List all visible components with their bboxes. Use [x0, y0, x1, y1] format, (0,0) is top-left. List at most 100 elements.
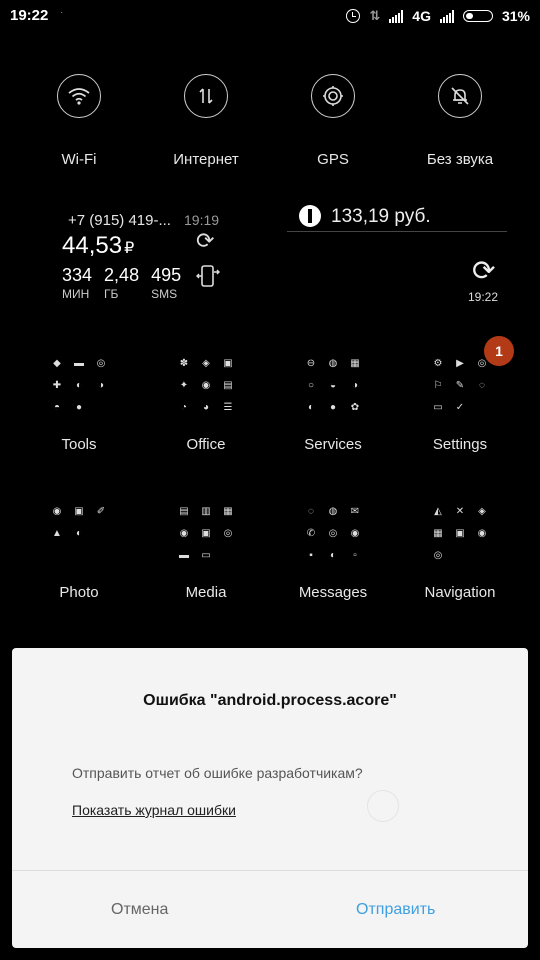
- toggle-internet-label: Интернет: [173, 151, 239, 168]
- app-icon: ◓: [53, 401, 61, 413]
- app-icon: ✐: [96, 505, 106, 517]
- battery-icon: [462, 10, 493, 22]
- app-icon: ◒: [329, 379, 337, 391]
- app-icon: ☰: [223, 401, 233, 413]
- toggle-silent-label: Без звука: [426, 151, 494, 168]
- folder-office[interactable]: ✽ ◈ ▣ ✦ ◉ ▤ ◔ ◕ ☰ Office: [143, 352, 269, 454]
- app-icon: [471, 544, 493, 566]
- app-icon: [449, 544, 471, 566]
- stat-minutes: 334 МИН: [62, 265, 92, 301]
- notification-dot-icon: ·: [60, 7, 64, 18]
- folder-services[interactable]: ⊖ ◍ ▦ ○ ◒ ◑ ◐ ● ✿ Services: [270, 352, 396, 454]
- folder-settings[interactable]: ⚙ ▶ ◎ ⚐ ✎ ◌ ▭ ✓ Settings: [397, 352, 523, 454]
- balance-time: 19:19: [184, 212, 220, 228]
- balance-widget[interactable]: +7 (915) 419-... 19:19 44,53 ₽ 334 МИН 2,…: [62, 210, 282, 310]
- app-icon: ●: [329, 401, 337, 413]
- app-icon: ▤: [223, 379, 233, 391]
- app-icon: ✚: [52, 379, 62, 391]
- app-icon: ▪: [309, 549, 313, 561]
- bell-off-icon: [438, 74, 482, 118]
- money-refresh-time: 19:22: [468, 290, 499, 304]
- app-icon: ▤: [179, 505, 189, 517]
- show-error-log-link[interactable]: Показать журнал ошибки: [72, 802, 236, 818]
- gps-icon: [311, 74, 355, 118]
- app-icon: ◈: [202, 357, 210, 369]
- money-amount: 133,19 руб.: [331, 206, 431, 227]
- network-type: 4G: [412, 8, 431, 24]
- error-dialog: Ошибка "android.process.acore" Отправить…: [12, 648, 528, 948]
- stat-sms-value: 495: [151, 265, 182, 285]
- cancel-button[interactable]: Отмена: [111, 901, 168, 919]
- dialog-title: Ошибка "android.process.acore": [143, 692, 397, 709]
- refresh-icon[interactable]: ⟳: [472, 254, 495, 287]
- money-widget[interactable]: 133,19 руб. ⟳ 19:22: [287, 200, 507, 310]
- folder-label: Office: [186, 436, 226, 453]
- refresh-icon[interactable]: ⟳: [196, 228, 214, 254]
- app-icon: ◭: [434, 505, 442, 517]
- wifi-icon: [57, 74, 101, 118]
- app-icon: ◑: [351, 379, 359, 391]
- app-icon: ▦: [223, 505, 233, 517]
- app-icon: ▣: [223, 357, 233, 369]
- balance-value: 44,53: [62, 232, 123, 259]
- app-icon: ▦: [350, 357, 360, 369]
- toggle-internet[interactable]: Интернет: [143, 74, 269, 168]
- status-bar: 19:22 · ⇅ 4G 31%: [0, 0, 540, 32]
- app-icon: ◕: [202, 401, 210, 413]
- app-icon: ✦: [179, 379, 189, 391]
- folder-icons-grid: ▤ ▥ ▦ ◉ ▣ ◎ ▬ ▭: [173, 500, 239, 566]
- app-icon: ◆: [53, 357, 61, 369]
- app-icon: ⊖: [306, 357, 316, 369]
- folder-icons-grid: ◌ ◍ ✉ ✆ ◎ ◉ ▪ ◐ ▫: [300, 500, 366, 566]
- currency-symbol: ₽: [124, 240, 135, 257]
- app-icon: ◑: [97, 379, 105, 391]
- app-icon: ◌: [479, 379, 485, 391]
- folder-icons-grid: ⊖ ◍ ▦ ○ ◒ ◑ ◐ ● ✿: [300, 352, 366, 418]
- app-icon: ◐: [307, 401, 315, 413]
- app-icon: ⚐: [433, 379, 443, 391]
- folder-navigation[interactable]: ◭ ✕ ◈ ▦ ▣ ◉ ◎ Navigation: [397, 500, 523, 602]
- app-icon: ✓: [455, 401, 465, 413]
- app-icon: ▭: [433, 401, 443, 413]
- app-icon: ◔: [180, 401, 188, 413]
- stat-sms: 495 SMS: [151, 265, 181, 301]
- app-icon: ⚙: [433, 357, 443, 369]
- app-icon: ◎: [96, 357, 106, 369]
- app-icon: ▣: [74, 505, 84, 517]
- app-icon: ◉: [52, 505, 62, 517]
- toggle-silent[interactable]: Без звука: [397, 74, 523, 168]
- battery-fill: [465, 13, 473, 19]
- phone-transfer-icon[interactable]: [196, 264, 220, 296]
- send-button[interactable]: Отправить: [356, 901, 435, 919]
- app-icon: ◐: [75, 379, 83, 391]
- dialog-divider: [12, 870, 528, 871]
- status-icons: ⇅ 4G 31%: [346, 7, 530, 25]
- signal-icon: [389, 9, 404, 23]
- app-icon: ◐: [329, 549, 337, 561]
- app-icon: ▫: [353, 549, 357, 561]
- toggle-gps[interactable]: GPS: [270, 74, 396, 168]
- app-icon: [68, 544, 90, 566]
- app-icon: ◍: [328, 357, 338, 369]
- toggle-gps-label: GPS: [317, 151, 349, 168]
- app-icon: ▲: [52, 527, 62, 539]
- divider: [287, 231, 507, 232]
- toggle-wifi[interactable]: Wi-Fi: [16, 74, 142, 168]
- folder-messages[interactable]: ◌ ◍ ✉ ✆ ◎ ◉ ▪ ◐ ▫ Messages: [270, 500, 396, 602]
- folder-media[interactable]: ▤ ▥ ▦ ◉ ▣ ◎ ▬ ▭ Media: [143, 500, 269, 602]
- app-icon: [90, 522, 112, 544]
- app-icon: ▶: [456, 357, 464, 369]
- data-transfer-icon: ⇅: [369, 8, 381, 23]
- folder-photo[interactable]: ◉ ▣ ✐ ▲ ◐ Photo: [16, 500, 142, 602]
- folder-icons-grid: ◉ ▣ ✐ ▲ ◐: [46, 500, 112, 566]
- toggle-wifi-label: Wi-Fi: [61, 151, 97, 168]
- app-icon: ◍: [328, 505, 338, 517]
- notification-badge: 1: [484, 336, 514, 366]
- app-icon: ◉: [350, 527, 360, 539]
- stat-sms-unit: SMS: [151, 287, 178, 301]
- folder-tools[interactable]: ◆ ▬ ◎ ✚ ◐ ◑ ◓ ● Tools: [16, 352, 142, 454]
- app-icon: [471, 396, 493, 418]
- app-icon: ◉: [179, 527, 189, 539]
- folder-icons-grid: ⚙ ▶ ◎ ⚐ ✎ ◌ ▭ ✓: [427, 352, 493, 418]
- app-icon: ✽: [179, 357, 189, 369]
